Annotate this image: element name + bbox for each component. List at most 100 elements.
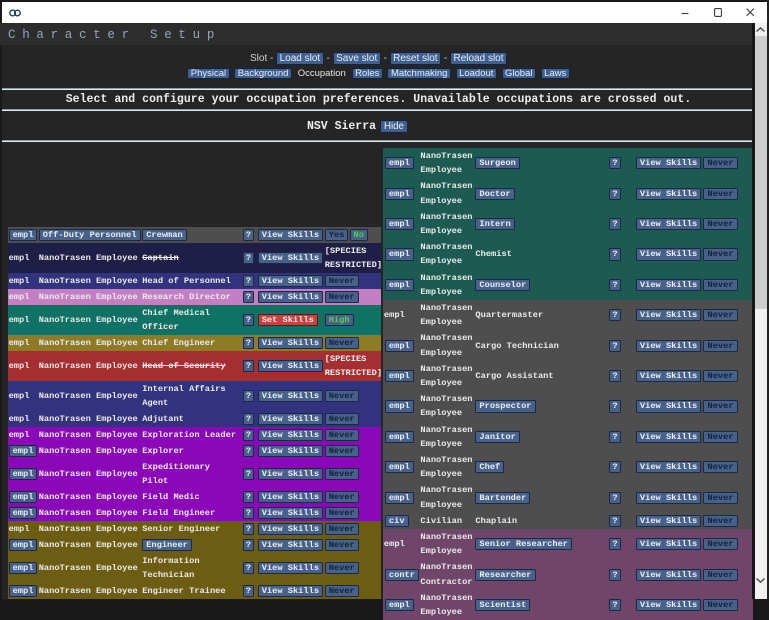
pref-never-button[interactable]: Never: [703, 157, 737, 169]
scrollbar-thumb[interactable]: [755, 36, 767, 309]
view-skills-button[interactable]: View Skills: [258, 252, 323, 264]
pref-never-button[interactable]: Never: [703, 569, 737, 581]
dept-empl-button[interactable]: empl: [385, 461, 414, 473]
view-skills-button[interactable]: View Skills: [258, 507, 323, 519]
job-name-button[interactable]: Engineer: [142, 539, 192, 551]
dept-empl-button[interactable]: empl: [385, 279, 414, 291]
pref-never-button[interactable]: Never: [325, 562, 359, 574]
dept-empl-button[interactable]: empl: [385, 370, 414, 382]
help-button[interactable]: ?: [243, 291, 254, 303]
pref-never-button[interactable]: Never: [325, 337, 359, 349]
pref-never-button[interactable]: Never: [325, 523, 359, 535]
dept-empl-button[interactable]: empl: [9, 229, 38, 241]
view-skills-button[interactable]: View Skills: [636, 461, 701, 473]
view-skills-button[interactable]: View Skills: [636, 400, 701, 412]
view-skills-button[interactable]: View Skills: [636, 370, 701, 382]
view-skills-button[interactable]: View Skills: [258, 491, 323, 503]
job-name-button[interactable]: Senior Researcher: [475, 538, 572, 550]
job-name-button[interactable]: Scientist: [475, 599, 530, 611]
help-button[interactable]: ?: [243, 275, 254, 287]
help-button[interactable]: ?: [243, 390, 254, 402]
dept-empl-button[interactable]: empl: [385, 599, 414, 611]
save-slot-button[interactable]: Save slot: [333, 52, 381, 66]
help-button[interactable]: ?: [243, 360, 254, 372]
help-button[interactable]: ?: [609, 515, 620, 527]
job-name-button[interactable]: Counselor: [475, 279, 530, 291]
help-button[interactable]: ?: [243, 445, 254, 457]
reload-slot-button[interactable]: Reload slot: [450, 52, 507, 66]
scrollbar[interactable]: [755, 23, 767, 599]
view-skills-button[interactable]: View Skills: [258, 468, 323, 480]
pref-never-button[interactable]: Never: [703, 218, 737, 230]
job-name-button[interactable]: Surgeon: [475, 157, 520, 169]
hide-station-button[interactable]: Hide: [380, 120, 409, 134]
help-button[interactable]: ?: [243, 337, 254, 349]
pref-never-button[interactable]: Never: [703, 370, 737, 382]
view-skills-button[interactable]: View Skills: [258, 429, 323, 441]
help-button[interactable]: ?: [243, 468, 254, 480]
help-button[interactable]: ?: [609, 309, 620, 321]
pref-never-button[interactable]: Never: [325, 275, 359, 287]
dept-empl-button[interactable]: empl: [385, 492, 414, 504]
help-button[interactable]: ?: [609, 188, 620, 200]
job-name-button[interactable]: Doctor: [475, 188, 514, 200]
job-name-button[interactable]: Bartender: [475, 492, 530, 504]
view-skills-button[interactable]: View Skills: [258, 413, 323, 425]
dept-empl-button[interactable]: empl: [385, 157, 414, 169]
view-skills-button[interactable]: View Skills: [636, 599, 701, 611]
minimize-button[interactable]: [668, 2, 701, 23]
help-button[interactable]: ?: [609, 569, 620, 581]
view-skills-button[interactable]: View Skills: [258, 229, 323, 241]
tab-occupation[interactable]: Occupation: [298, 67, 346, 80]
pref-never-button[interactable]: Never: [325, 468, 359, 480]
dept-contr-button[interactable]: contr: [385, 569, 419, 581]
maximize-button[interactable]: [701, 2, 734, 23]
help-button[interactable]: ?: [609, 218, 620, 230]
help-button[interactable]: ?: [609, 400, 620, 412]
scroll-up-button[interactable]: [755, 23, 767, 36]
dept-empl-button[interactable]: empl: [385, 188, 414, 200]
set-skills-button[interactable]: Set Skills: [258, 314, 318, 326]
help-button[interactable]: ?: [609, 599, 620, 611]
job-name-button[interactable]: Intern: [475, 218, 514, 230]
help-button[interactable]: ?: [243, 507, 254, 519]
view-skills-button[interactable]: View Skills: [258, 562, 323, 574]
tab-global[interactable]: Global: [502, 68, 536, 79]
help-button[interactable]: ?: [609, 248, 620, 260]
view-skills-button[interactable]: View Skills: [636, 569, 701, 581]
view-skills-button[interactable]: View Skills: [258, 523, 323, 535]
help-button[interactable]: ?: [243, 491, 254, 503]
view-skills-button[interactable]: View Skills: [636, 188, 701, 200]
view-skills-button[interactable]: View Skills: [258, 291, 323, 303]
close-button[interactable]: [734, 2, 767, 23]
pref-never-button[interactable]: Never: [325, 291, 359, 303]
pref-never-button[interactable]: Never: [325, 539, 359, 551]
pref-never-button[interactable]: Never: [703, 188, 737, 200]
job-name-button[interactable]: Researcher: [475, 569, 535, 581]
job-name-button[interactable]: Chef: [475, 461, 504, 473]
pref-no-button[interactable]: No: [350, 229, 368, 241]
pref-never-button[interactable]: Never: [703, 309, 737, 321]
view-skills-button[interactable]: View Skills: [636, 492, 701, 504]
pref-never-button[interactable]: Never: [703, 340, 737, 352]
job-name-button[interactable]: Crewman: [142, 229, 187, 241]
pref-never-button[interactable]: Never: [325, 585, 359, 597]
help-button[interactable]: ?: [609, 538, 620, 550]
dept-civ-button[interactable]: civ: [385, 515, 409, 527]
help-button[interactable]: ?: [609, 492, 620, 504]
dept-empl-button[interactable]: empl: [9, 468, 38, 480]
pref-never-button[interactable]: Never: [703, 431, 737, 443]
view-skills-button[interactable]: View Skills: [258, 585, 323, 597]
help-button[interactable]: ?: [609, 157, 620, 169]
dept-empl-button[interactable]: empl: [9, 539, 38, 551]
tab-physical[interactable]: Physical: [187, 68, 229, 79]
pref-yes-button[interactable]: Yes: [325, 229, 349, 241]
view-skills-button[interactable]: View Skills: [258, 275, 323, 287]
tab-laws[interactable]: Laws: [541, 68, 570, 79]
help-button[interactable]: ?: [609, 370, 620, 382]
view-skills-button[interactable]: View Skills: [258, 360, 323, 372]
help-button[interactable]: ?: [243, 314, 254, 326]
help-button[interactable]: ?: [243, 585, 254, 597]
dept-empl-button[interactable]: empl: [9, 491, 38, 503]
view-skills-button[interactable]: View Skills: [258, 337, 323, 349]
